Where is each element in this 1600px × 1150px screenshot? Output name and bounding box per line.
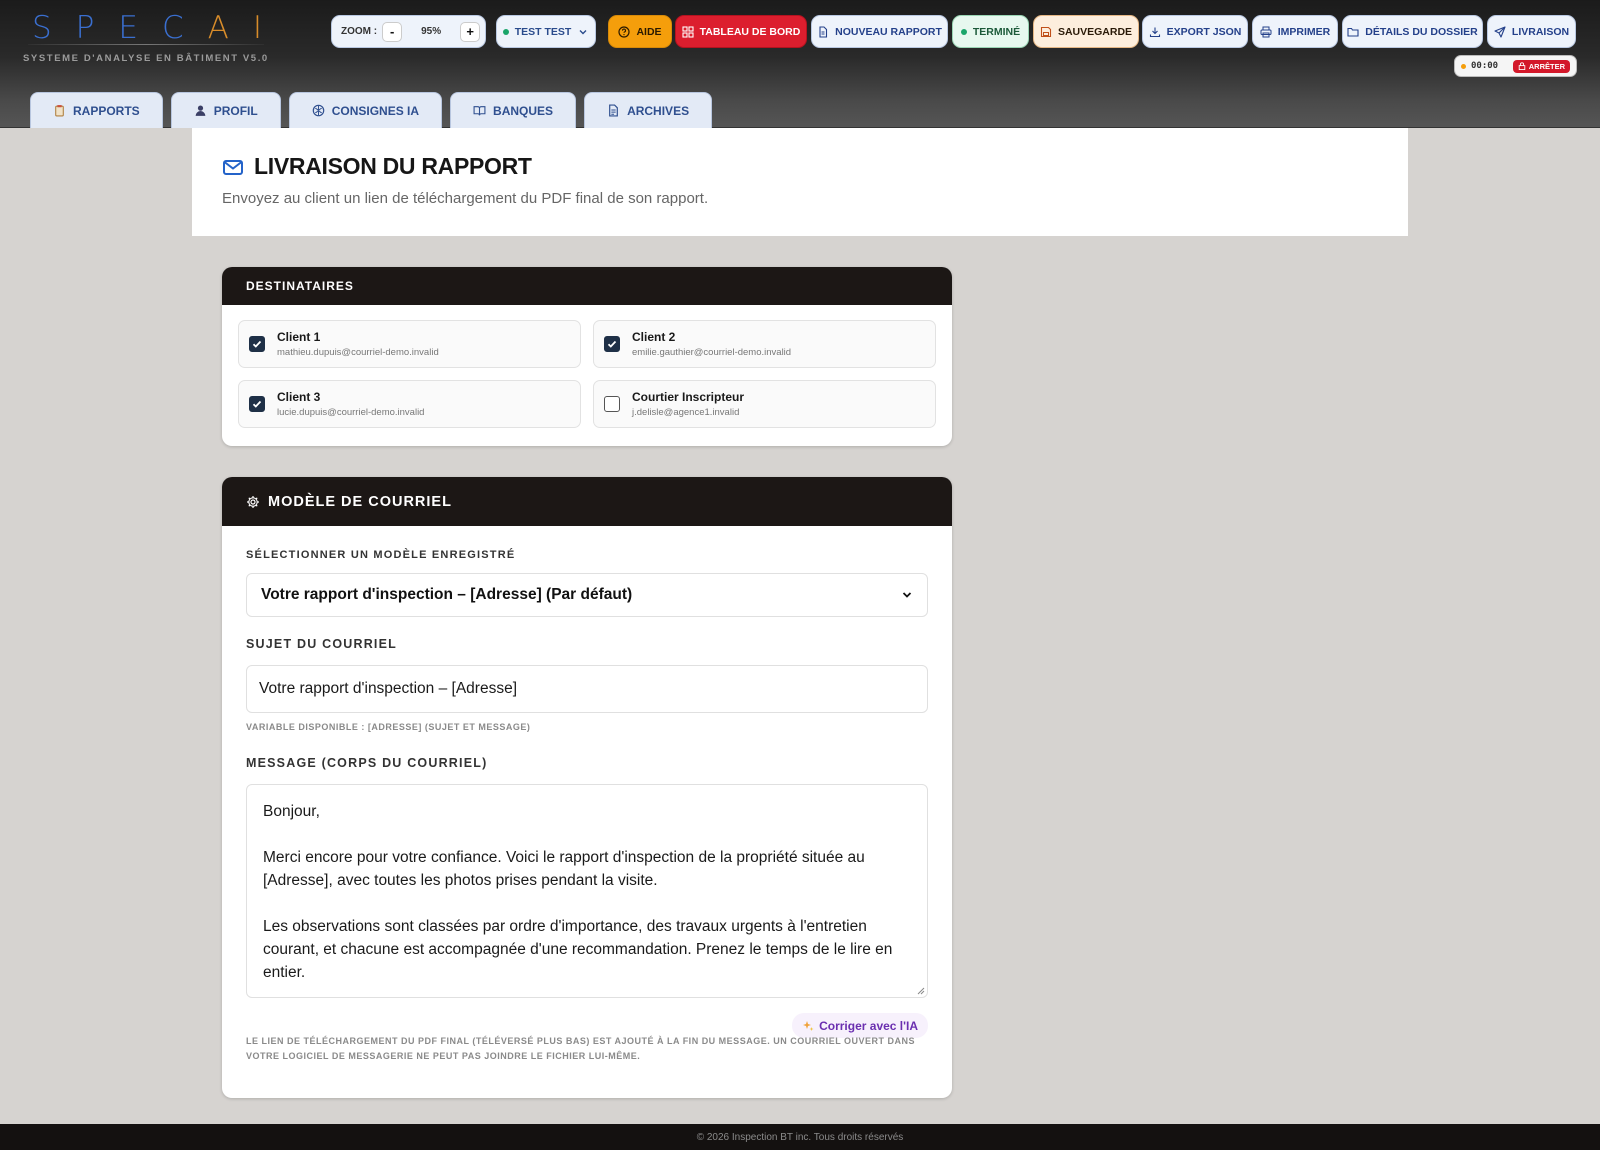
recipients-card: DESTINATAIRES Client 1 mathieu.dupuis@cou… <box>222 267 952 446</box>
save-button[interactable]: SAUVEGARDE <box>1033 15 1139 48</box>
print-button[interactable]: IMPRIMER <box>1252 15 1338 48</box>
main-tabs: RAPPORTS PROFIL CONSIGNES IA BANQUES ARC… <box>30 92 713 128</box>
tab-archives[interactable]: ARCHIVES <box>584 92 713 128</box>
subject-input[interactable]: Votre rapport d'inspection – [Adresse] <box>246 665 928 713</box>
delivery-button[interactable]: LIVRAISON <box>1487 15 1576 48</box>
recipient-client-3[interactable]: Client 3 lucie.dupuis@courriel-demo.inval… <box>238 380 581 428</box>
template-selected-value: Votre rapport d'inspection – [Adresse] (… <box>261 586 633 603</box>
sparkle-icon <box>803 1020 814 1031</box>
recipient-email: j.delisle@agence1.invalid <box>632 407 740 418</box>
document-icon <box>609 104 618 117</box>
timer-value: 00:00 <box>1471 61 1499 71</box>
variable-hint: VARIABLE DISPONIBLE : [ADRESSE] (SUJET E… <box>246 722 531 732</box>
user-menu-button[interactable]: TEST TEST <box>496 15 596 48</box>
page-title: LIVRAISON DU RAPPORT <box>222 153 532 180</box>
mail-icon <box>223 159 243 175</box>
help-circle-icon <box>618 25 631 38</box>
template-select-label: SÉLECTIONNER UN MODÈLE ENREGISTRÉ <box>246 549 516 561</box>
message-label: MESSAGE (CORPS DU COURRIEL) <box>246 756 488 770</box>
send-icon <box>1494 25 1506 38</box>
message-paragraph: Bonjour, <box>263 803 320 820</box>
recipient-email: lucie.dupuis@courriel-demo.invalid <box>277 407 425 418</box>
subject-label: SUJET DU COURRIEL <box>246 637 397 651</box>
lock-icon <box>1518 62 1525 70</box>
stop-timer-button[interactable]: ARRÊTER <box>1512 59 1570 73</box>
recipient-name: Client 2 <box>632 330 676 344</box>
zoom-label: ZOOM : <box>341 26 378 37</box>
zoom-out-button[interactable]: - <box>382 21 403 42</box>
recipient-broker[interactable]: Courtier Inscripteur j.delisle@agence1.in… <box>593 380 936 428</box>
help-button[interactable]: AIDE <box>608 15 672 48</box>
grid-icon <box>682 25 694 38</box>
timer-dot-icon <box>1461 63 1466 69</box>
new-report-button[interactable]: NOUVEAU RAPPORT <box>811 15 948 48</box>
check-icon <box>607 340 617 348</box>
page-footer: © 2026 Inspection BT inc. Tous droits ré… <box>0 1124 1600 1150</box>
message-textarea[interactable]: Bonjour, Merci encore pour votre confian… <box>246 784 928 998</box>
zoom-in-button[interactable]: + <box>460 21 481 42</box>
check-icon <box>252 340 262 348</box>
online-status-icon <box>502 28 509 35</box>
recipient-checkbox[interactable] <box>604 396 620 412</box>
tab-banks[interactable]: BANQUES <box>450 92 577 128</box>
email-template-card: MODÈLE DE COURRIEL SÉLECTIONNER UN MODÈL… <box>222 477 952 1098</box>
zoom-value: 95% <box>421 26 442 37</box>
session-timer: 00:00 ARRÊTER <box>1454 55 1577 77</box>
dashboard-button[interactable]: TABLEAU DE BORD <box>675 15 807 48</box>
logo-underline <box>28 44 264 45</box>
recipient-checkbox[interactable] <box>249 396 265 412</box>
recipient-checkbox[interactable] <box>604 336 620 352</box>
chevron-down-icon <box>579 29 587 34</box>
save-icon <box>1040 26 1051 37</box>
recipient-client-2[interactable]: Client 2 emilie.gauthier@courriel-demo.in… <box>593 320 936 368</box>
app-subtitle: SYSTEME D'ANALYSE EN BÂTIMENT V5.0 <box>23 53 269 64</box>
printer-icon <box>1260 26 1272 37</box>
zoom-control: ZOOM : - 95% + <box>331 15 486 48</box>
download-link-note: LE LIEN DE TÉLÉCHARGEMENT DU PDF FINAL (… <box>246 1036 916 1061</box>
file-icon <box>819 25 828 38</box>
chevron-down-icon <box>902 592 912 598</box>
recipient-email: emilie.gauthier@courriel-demo.invalid <box>632 347 792 358</box>
tab-reports[interactable]: RAPPORTS <box>30 92 163 128</box>
user-name: TEST TEST <box>514 25 572 38</box>
app-logo: SPECAI <box>32 10 286 46</box>
recipient-name: Client 3 <box>277 390 321 404</box>
recipients-header: DESTINATAIRES <box>222 267 952 305</box>
recipient-client-1[interactable]: Client 1 mathieu.dupuis@courriel-demo.inv… <box>238 320 581 368</box>
app-header: SPECAI SYSTEME D'ANALYSE EN BÂTIMENT V5.… <box>0 0 1600 128</box>
recipients-list: Client 1 mathieu.dupuis@courriel-demo.inv… <box>238 320 936 428</box>
gear-icon <box>247 495 259 508</box>
tab-profile[interactable]: PROFIL <box>170 92 281 128</box>
folder-details-button[interactable]: DÉTAILS DU DOSSIER <box>1342 15 1483 48</box>
recipient-checkbox[interactable] <box>249 336 265 352</box>
tab-ai-instructions[interactable]: CONSIGNES IA <box>288 92 443 128</box>
page-subtitle: Envoyez au client un lien de téléchargem… <box>222 190 709 207</box>
message-paragraph: Merci encore pour votre confiance. Voici… <box>263 849 865 889</box>
download-icon <box>1149 27 1160 37</box>
clipboard-icon <box>55 105 64 117</box>
book-open-icon <box>473 106 486 116</box>
recipient-name: Courtier Inscripteur <box>632 390 745 404</box>
recipient-name: Client 1 <box>277 330 321 344</box>
status-complete-button[interactable]: TERMINÉ <box>952 15 1029 48</box>
export-json-button[interactable]: EXPORT JSON <box>1142 15 1248 48</box>
brain-icon <box>312 104 324 117</box>
status-dot-icon <box>960 28 967 35</box>
check-icon <box>252 400 262 408</box>
folder-icon <box>1347 27 1359 37</box>
user-icon <box>195 105 206 116</box>
message-paragraph: Les observations sont classées par ordre… <box>263 918 893 981</box>
recipient-email: mathieu.dupuis@courriel-demo.invalid <box>277 347 439 358</box>
page-header: LIVRAISON DU RAPPORT Envoyez au client u… <box>192 128 1408 236</box>
template-select[interactable]: Votre rapport d'inspection – [Adresse] (… <box>246 573 928 617</box>
resize-handle-icon[interactable] <box>915 985 925 995</box>
email-template-header: MODÈLE DE COURRIEL <box>222 477 952 526</box>
